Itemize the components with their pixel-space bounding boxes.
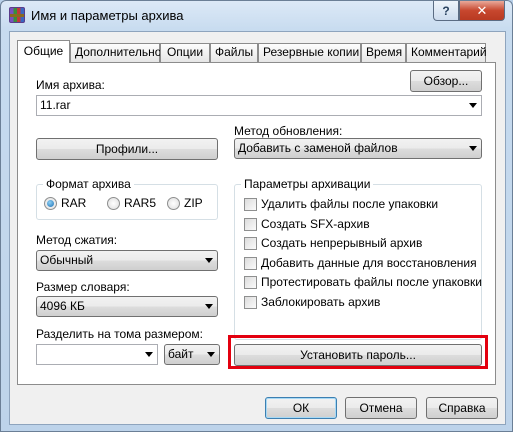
radio-zip[interactable]: ZIP	[167, 196, 203, 210]
question-icon: ?	[442, 3, 450, 18]
help-title-button[interactable]: ?	[433, 1, 459, 21]
archive-format-group: Формат архива RAR RAR5 ZIP	[36, 177, 218, 220]
archive-format-label: Формат архива	[43, 177, 134, 191]
tab-files[interactable]: Файлы	[210, 43, 258, 62]
update-method-label: Метод обновления:	[234, 124, 343, 138]
radio-dot-icon	[167, 196, 180, 210]
winrar-app-icon	[9, 7, 25, 23]
split-unit-value: байт	[168, 347, 194, 361]
chevron-down-icon	[145, 352, 153, 357]
tab-comment[interactable]: Комментарий	[406, 43, 487, 62]
checkbox-delete-after-label: Удалить файлы после упаковки	[261, 197, 439, 211]
checkbox-recovery[interactable]: Добавить данные для восстановления	[244, 256, 477, 270]
tab-backup[interactable]: Резервные копии	[258, 43, 361, 62]
dictionary-label: Размер словаря:	[36, 280, 130, 294]
checkbox-delete-after[interactable]: Удалить файлы после упаковки	[244, 197, 438, 211]
checkbox-solid-label: Создать непрерывный архив	[261, 236, 423, 250]
chevron-down-icon	[205, 258, 213, 263]
checkbox-icon	[244, 197, 257, 211]
archive-params-group: Параметры архивации Удалить файлы после …	[234, 177, 482, 340]
checkbox-test-label: Протестировать файлы после упаковки	[261, 275, 482, 289]
checkbox-icon	[244, 217, 257, 231]
browse-button[interactable]: Обзор...	[410, 70, 482, 92]
tab-time[interactable]: Время	[361, 43, 406, 62]
compression-label: Метод сжатия:	[36, 233, 118, 247]
close-icon: ✕	[476, 2, 488, 18]
checkbox-sfx-label: Создать SFX-архив	[261, 217, 370, 231]
chevron-down-icon	[205, 304, 213, 309]
checkbox-solid[interactable]: Создать непрерывный архив	[244, 236, 422, 250]
split-label: Разделить на тома размером:	[36, 327, 203, 341]
tab-options[interactable]: Опции	[160, 43, 210, 62]
close-button[interactable]: ✕	[459, 1, 505, 21]
archive-params-label: Параметры архивации	[241, 177, 374, 191]
radio-rar5-label: RAR5	[124, 196, 157, 210]
compression-value: Обычный	[40, 253, 94, 267]
checkbox-lock-label: Заблокировать архив	[261, 295, 381, 309]
radio-dot-icon	[44, 196, 57, 210]
update-method-value: Добавить с заменой файлов	[238, 141, 398, 155]
cancel-button[interactable]: Отмена	[345, 397, 417, 419]
split-unit-select[interactable]: байт	[164, 344, 220, 365]
checkbox-icon	[244, 256, 257, 270]
ok-button[interactable]: ОК	[265, 397, 337, 419]
checkbox-recovery-label: Добавить данные для восстановления	[261, 256, 477, 270]
checkbox-icon	[244, 236, 257, 250]
checkbox-icon	[244, 295, 257, 309]
update-method-select[interactable]: Добавить с заменой файлов	[234, 138, 482, 159]
radio-rar5[interactable]: RAR5	[107, 196, 156, 210]
archive-name-label: Имя архива:	[36, 78, 105, 92]
window-title: Имя и параметры архива	[31, 8, 184, 23]
compression-select[interactable]: Обычный	[36, 250, 218, 271]
checkbox-test[interactable]: Протестировать файлы после упаковки	[244, 275, 482, 289]
radio-rar-label: RAR	[61, 196, 87, 210]
profiles-button[interactable]: Профили...	[36, 138, 218, 160]
radio-rar[interactable]: RAR	[44, 196, 86, 210]
dictionary-select[interactable]: 4096 КБ	[36, 296, 218, 317]
chevron-down-icon	[469, 103, 477, 108]
chevron-down-icon	[469, 146, 477, 151]
checkbox-sfx[interactable]: Создать SFX-архив	[244, 217, 370, 231]
archive-name-value: 11.rar	[40, 98, 71, 112]
checkbox-icon	[244, 275, 257, 289]
tab-advanced[interactable]: Дополнительно	[70, 43, 161, 62]
tab-general[interactable]: Общие	[17, 40, 70, 63]
radio-dot-icon	[107, 196, 120, 210]
help-button[interactable]: Справка	[426, 397, 498, 419]
password-highlight-box	[228, 335, 488, 369]
split-size-combo[interactable]	[36, 344, 158, 365]
radio-zip-label: ZIP	[184, 196, 203, 210]
title-bar[interactable]: Имя и параметры архива ? ✕	[1, 1, 512, 31]
chevron-down-icon	[207, 352, 215, 357]
archive-name-combo[interactable]: 11.rar	[36, 95, 482, 116]
dictionary-value: 4096 КБ	[40, 299, 85, 313]
checkbox-lock[interactable]: Заблокировать архив	[244, 295, 380, 309]
